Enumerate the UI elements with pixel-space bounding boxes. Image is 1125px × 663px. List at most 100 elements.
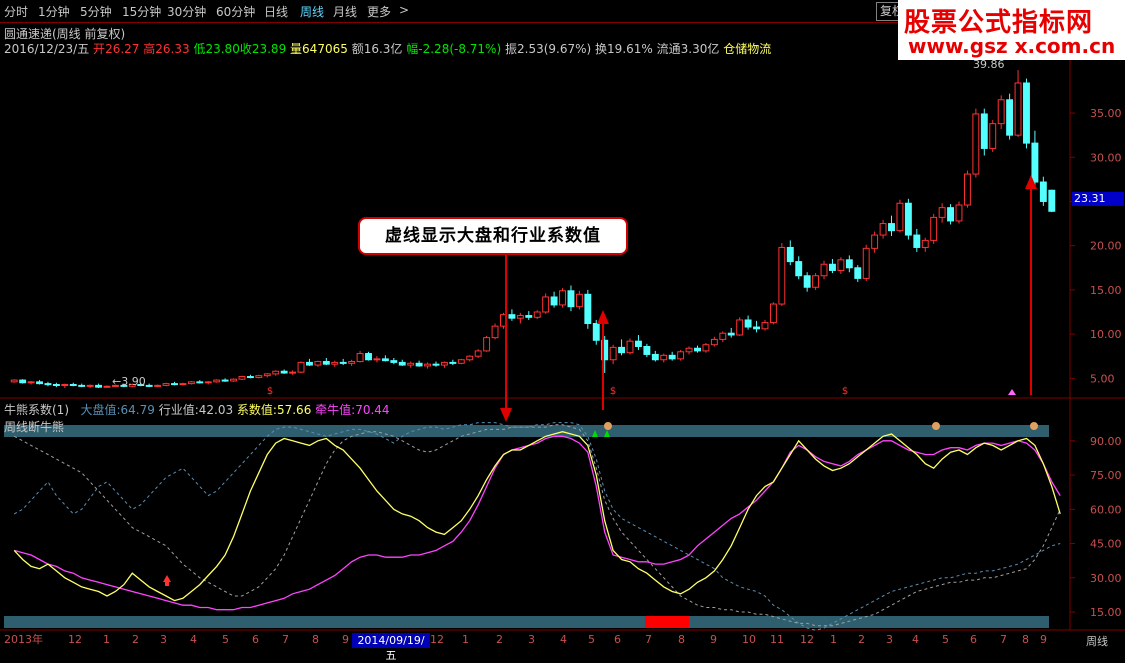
price-tick-label: 30.00 (1090, 151, 1122, 164)
time-axis-label: 7 (282, 633, 289, 646)
candle-body (348, 361, 356, 364)
indicator-name[interactable]: 牛熊系数(1) (4, 403, 69, 417)
candle-body (812, 275, 820, 288)
candle-body (390, 360, 398, 363)
float-value: 3.30亿 (680, 42, 720, 56)
candle-body (145, 384, 153, 387)
candle-body (1031, 142, 1039, 183)
float-label: 流通 (656, 42, 681, 56)
time-axis-label: 1 (103, 633, 110, 646)
time-axis-label: 2 (858, 633, 865, 646)
industry-name: 仓储物流 (723, 42, 772, 56)
candle-body (930, 216, 938, 241)
buy-arrow-icon (163, 575, 171, 586)
time-axis-label: 4 (912, 633, 919, 646)
candle-body (888, 223, 895, 232)
amount-label: 额 (351, 42, 364, 56)
candle-body (634, 340, 642, 347)
candle-body (204, 381, 212, 384)
time-axis-label: 7 (1000, 633, 1007, 646)
time-axis-label: 12 (68, 633, 82, 646)
candle-body (879, 223, 887, 236)
price-tick-label: 20.00 (1090, 240, 1122, 253)
candle-body (592, 322, 600, 341)
time-axis-label: 2 (132, 633, 139, 646)
dividend-marker-icon: $ (267, 386, 273, 397)
candle-body (702, 344, 710, 352)
time-axis-label: 9 (1040, 633, 1047, 646)
period-label: 周线 (1086, 635, 1108, 648)
candle-body (491, 325, 499, 339)
callout-text: 虚线显示大盘和行业系数值 (385, 226, 601, 246)
dividend-marker-icon: $ (610, 386, 616, 397)
time-axis-label: 7 (645, 633, 652, 646)
candle-body (668, 354, 676, 360)
candle-body (719, 332, 727, 340)
bull-line (14, 435, 1061, 611)
candle-body (230, 378, 237, 382)
candle-body (196, 381, 204, 384)
min-price-label: ←3.90 (112, 375, 146, 388)
dividend-marker-icon: $ (842, 386, 848, 397)
price-tick-label: 10.00 (1090, 328, 1122, 341)
time-axis-label: 2013年 (4, 632, 43, 646)
indicator-tick-label: 60.00 (1090, 503, 1122, 516)
candle-body (440, 361, 448, 366)
time-axis-label: 6 (252, 633, 259, 646)
cursor-date: 2014/09/19/五 (352, 633, 430, 662)
price-tick-label: 5.00 (1090, 372, 1115, 385)
candle-body (609, 346, 617, 361)
indicator-tick-label: 75.00 (1090, 469, 1122, 482)
candle-body (862, 247, 870, 279)
stock-chart: 35.0030.0025.0020.0015.0010.005.0039.86←… (0, 22, 1125, 646)
time-axis-label: 1 (462, 633, 469, 646)
top-signal-icon (604, 422, 612, 430)
time-axis-label: 3 (160, 633, 167, 646)
candle-body (955, 204, 963, 222)
candle-body (559, 290, 566, 306)
candle-body (660, 354, 668, 361)
candle-body (44, 383, 52, 386)
time-axis-label: 8 (1022, 633, 1029, 646)
candle-body (19, 379, 27, 384)
candle-body (1023, 82, 1030, 144)
candle-body (626, 340, 634, 354)
candle-body (365, 353, 372, 361)
candle-body (457, 359, 465, 364)
close-value: 23.89 (251, 42, 287, 56)
candle-body (947, 207, 955, 222)
candle-body (263, 373, 271, 377)
candle-body (297, 361, 305, 373)
candle-body (533, 311, 541, 318)
candle-body (356, 353, 364, 363)
industry-label: 行业值: (158, 403, 199, 417)
indicator-tick-label: 15.00 (1090, 606, 1122, 619)
candle-body (677, 351, 685, 360)
annotation-callout: 虚线显示大盘和行业系数值 (358, 217, 628, 255)
candle-body (829, 263, 836, 271)
time-axis-label: 5 (942, 633, 949, 646)
candle-body (154, 384, 162, 387)
candle-body (61, 384, 69, 387)
candle-body (331, 361, 339, 365)
candle-body (187, 381, 195, 385)
candle-body (685, 347, 693, 353)
time-axis-label: 3 (528, 633, 535, 646)
candle-body (845, 259, 853, 269)
candle-body (727, 332, 735, 336)
bull-label: 牵牛值: (315, 403, 356, 417)
candle-body (407, 362, 415, 366)
candle-body (306, 361, 313, 366)
candle-body (238, 376, 246, 380)
amplitude-label: 振 (504, 42, 517, 56)
candle-body (896, 202, 904, 232)
candle-body (10, 379, 18, 383)
candle-body (989, 123, 997, 149)
candle-body (1014, 82, 1022, 136)
candle-body (963, 173, 971, 206)
candle-body (1048, 189, 1056, 212)
candle-body (710, 338, 718, 346)
candle-body (980, 113, 988, 149)
candle-body (786, 246, 794, 263)
time-axis-label: 12 (430, 633, 444, 646)
